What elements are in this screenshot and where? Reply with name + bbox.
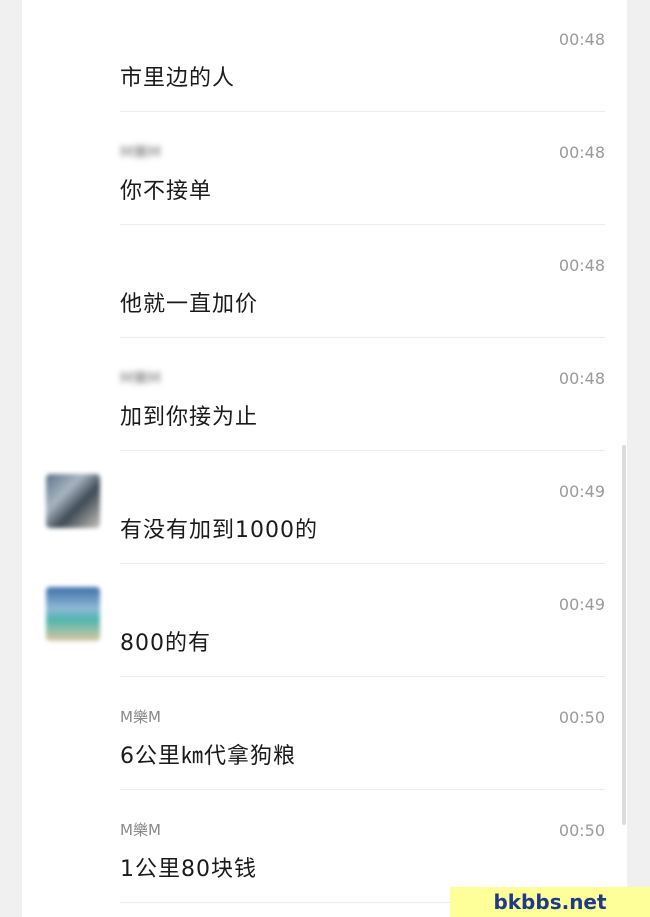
message-text: 800的有 (120, 631, 211, 656)
divider (120, 224, 605, 225)
message-text: 6公里㎞代拿狗粮 (120, 744, 296, 769)
message-time: 00:48 (558, 143, 605, 162)
message-time: 00:48 (558, 369, 605, 388)
chat-message[interactable]: 00:48 市里边的人 (22, 0, 627, 112)
message-text: 1公里80块钱 (120, 857, 257, 882)
divider (120, 337, 605, 338)
divider (120, 789, 605, 790)
chat-message[interactable]: 00:49 有没有加到1000的 (22, 452, 627, 564)
watermark: bkbbs.net (450, 887, 650, 917)
chat-message[interactable]: M樂M 00:50 6公里㎞代拿狗粮 (22, 678, 627, 790)
sender-name: M樂M (120, 708, 161, 726)
message-text: 市里边的人 (120, 66, 236, 91)
message-time: 00:49 (558, 482, 605, 501)
chat-message-list[interactable]: 00:48 市里边的人 M樂M 00:48 你不接单 00:48 他就一直加价 … (22, 0, 627, 917)
message-time: 00:48 (558, 256, 605, 275)
message-time: 00:48 (558, 30, 605, 49)
divider (120, 450, 605, 451)
sender-name: M樂M (120, 143, 161, 161)
message-text: 他就一直加价 (120, 292, 259, 317)
scrollbar[interactable] (622, 445, 626, 825)
chat-message[interactable]: M樂M 00:48 你不接单 (22, 113, 627, 225)
sender-name: M樂M (120, 821, 161, 839)
divider (120, 563, 605, 564)
message-text: 加到你接为止 (120, 405, 259, 430)
divider (120, 676, 605, 677)
divider (120, 111, 605, 112)
message-time: 00:50 (558, 821, 605, 840)
message-time: 00:50 (558, 708, 605, 727)
sender-name: M樂M (120, 369, 161, 387)
chat-message[interactable]: 00:49 800的有 (22, 565, 627, 677)
message-text: 你不接单 (120, 179, 213, 204)
message-time: 00:49 (558, 595, 605, 614)
message-text: 有没有加到1000的 (120, 518, 318, 543)
avatar[interactable] (46, 587, 100, 641)
chat-message[interactable]: M樂M 00:48 加到你接为止 (22, 339, 627, 451)
chat-message[interactable]: 00:48 他就一直加价 (22, 226, 627, 338)
avatar[interactable] (46, 474, 100, 528)
